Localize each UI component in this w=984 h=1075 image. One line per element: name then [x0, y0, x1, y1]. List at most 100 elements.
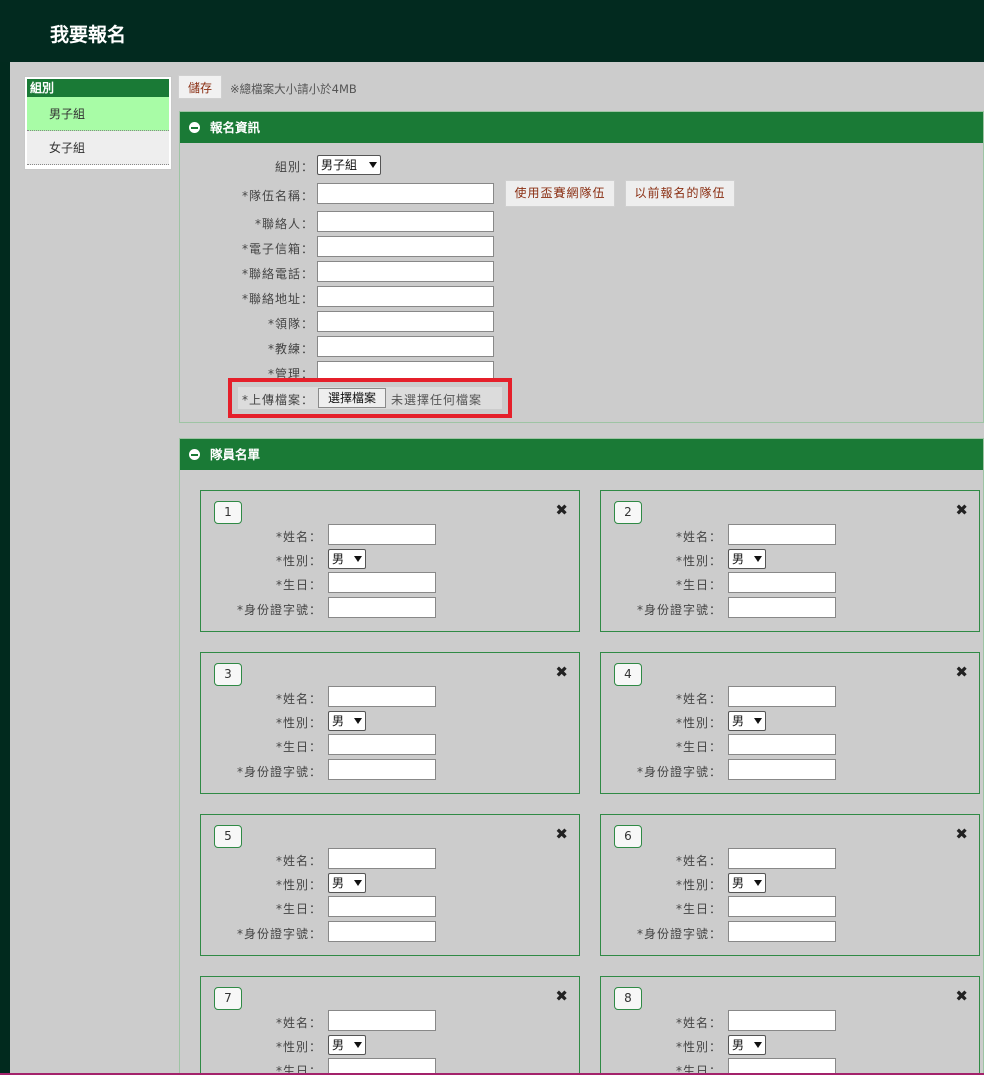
- email-input[interactable]: [317, 236, 494, 257]
- member-gender-select[interactable]: 男: [728, 873, 766, 893]
- phone-label: *聯絡電話：: [241, 267, 314, 281]
- close-icon[interactable]: ✖: [555, 663, 568, 681]
- member-gender-select[interactable]: 男: [728, 1035, 766, 1055]
- member-card: 6 ✖ *姓名： *性別： 男 *生日： *身份證字號：: [600, 814, 980, 956]
- member-name-input[interactable]: [728, 524, 836, 545]
- member-number: 3: [214, 663, 242, 686]
- member-gender-value: 男: [332, 552, 345, 566]
- close-icon[interactable]: ✖: [955, 663, 968, 681]
- choose-file-button[interactable]: 選擇檔案: [318, 388, 386, 408]
- member-id-input[interactable]: [728, 921, 836, 942]
- member-id-input[interactable]: [728, 759, 836, 780]
- member-gender-label: *性別：: [675, 878, 722, 892]
- member-gender-value: 男: [332, 1038, 345, 1052]
- member-birth-input[interactable]: [328, 734, 436, 755]
- member-gender-select[interactable]: 男: [328, 711, 366, 731]
- member-gender-select[interactable]: 男: [728, 549, 766, 569]
- chevron-down-icon: [354, 718, 362, 724]
- member-birth-input[interactable]: [728, 572, 836, 593]
- close-icon[interactable]: ✖: [555, 987, 568, 1005]
- top-bar: 我要報名: [0, 0, 984, 62]
- member-birth-input[interactable]: [328, 896, 436, 917]
- phone-input[interactable]: [317, 261, 494, 282]
- team-name-label: *隊伍名稱：: [241, 189, 314, 203]
- chevron-down-icon: [754, 718, 762, 724]
- member-name-label: *姓名：: [675, 692, 722, 706]
- sidebar-item-male-group[interactable]: 男子組: [27, 97, 169, 131]
- member-id-label: *身份證字號：: [236, 603, 322, 617]
- member-id-label: *身份證字號：: [636, 603, 722, 617]
- member-birth-input[interactable]: [728, 734, 836, 755]
- sidebar-item-female-group[interactable]: 女子組: [27, 131, 169, 165]
- member-gender-select[interactable]: 男: [328, 873, 366, 893]
- member-card: 7✖*姓名：*性別：男*生日：*身份證字號：: [200, 976, 580, 1075]
- member-gender-label: *性別：: [675, 716, 722, 730]
- member-number: 1: [214, 501, 242, 524]
- member-id-input[interactable]: [328, 759, 436, 780]
- member-name-label: *姓名：: [675, 854, 722, 868]
- address-input[interactable]: [317, 286, 494, 307]
- close-icon[interactable]: ✖: [555, 825, 568, 843]
- leader-label: *領隊：: [267, 317, 314, 331]
- save-button[interactable]: 儲存: [178, 75, 222, 99]
- chevron-down-icon: [354, 1042, 362, 1048]
- member-card: 5 ✖ *姓名： *性別： 男 *生日： *身份證字號：: [200, 814, 580, 956]
- previous-team-button[interactable]: 以前報名的隊伍: [625, 180, 735, 207]
- file-upload-field: *上傳檔案： 選擇檔案 未選擇任何檔案: [238, 387, 502, 409]
- member-number: 5: [214, 825, 242, 848]
- member-id-label: *身份證字號：: [636, 927, 722, 941]
- close-icon[interactable]: ✖: [955, 501, 968, 519]
- email-label: *電子信箱：: [241, 242, 314, 256]
- member-id-input[interactable]: [728, 597, 836, 618]
- member-name-label: *姓名：: [675, 530, 722, 544]
- contact-input[interactable]: [317, 211, 494, 232]
- chevron-down-icon: [354, 880, 362, 886]
- member-name-input[interactable]: [728, 1010, 836, 1031]
- coach-input[interactable]: [317, 336, 494, 357]
- member-birth-input[interactable]: [728, 896, 836, 917]
- member-gender-value: 男: [732, 876, 745, 890]
- member-number: 7: [214, 987, 242, 1010]
- team-name-input[interactable]: [317, 183, 494, 204]
- member-gender-select[interactable]: 男: [328, 1035, 366, 1055]
- contact-label: *聯絡人：: [254, 217, 314, 231]
- member-name-input[interactable]: [328, 848, 436, 869]
- member-id-input[interactable]: [328, 597, 436, 618]
- member-gender-label: *性別：: [275, 1040, 322, 1054]
- page-title: 我要報名: [50, 24, 127, 46]
- member-name-input[interactable]: [328, 1010, 436, 1031]
- upload-highlight: *上傳檔案： 選擇檔案 未選擇任何檔案: [228, 378, 512, 418]
- member-number: 4: [614, 663, 642, 686]
- member-gender-select[interactable]: 男: [728, 711, 766, 731]
- member-id-input[interactable]: [328, 921, 436, 942]
- member-card: 4 ✖ *姓名： *性別： 男 *生日： *身份證字號：: [600, 652, 980, 794]
- member-name-input[interactable]: [728, 848, 836, 869]
- close-icon[interactable]: ✖: [955, 987, 968, 1005]
- upload-status: 未選擇任何檔案: [391, 393, 483, 407]
- close-icon[interactable]: ✖: [555, 501, 568, 519]
- member-gender-value: 男: [332, 876, 345, 890]
- member-id-label: *身份證字號：: [636, 765, 722, 779]
- member-name-input[interactable]: [328, 524, 436, 545]
- member-birth-input[interactable]: [328, 572, 436, 593]
- member-gender-select[interactable]: 男: [328, 549, 366, 569]
- leader-input[interactable]: [317, 311, 494, 332]
- member-gender-value: 男: [732, 552, 745, 566]
- sidebar-header: 組別: [27, 79, 169, 97]
- group-select-value: 男子組: [321, 158, 358, 172]
- group-select[interactable]: 男子組: [317, 155, 381, 175]
- collapse-icon[interactable]: [189, 122, 200, 133]
- use-network-team-button[interactable]: 使用盃賽網隊伍: [505, 180, 615, 207]
- roster-panel: 隊員名單 1 ✖ *姓名： *性別： 男 *生日： *身份證字號： 2 ✖ *姓名： *性別： 男 *生…: [179, 438, 984, 1075]
- member-birth-label: *生日：: [275, 740, 322, 754]
- member-number: 6: [614, 825, 642, 848]
- close-icon[interactable]: ✖: [955, 825, 968, 843]
- address-label: *聯絡地址：: [241, 292, 314, 306]
- member-name-input[interactable]: [328, 686, 436, 707]
- chevron-down-icon: [369, 162, 377, 168]
- member-number: 8: [614, 987, 642, 1010]
- chevron-down-icon: [754, 880, 762, 886]
- member-name-label: *姓名：: [275, 1016, 322, 1030]
- collapse-icon[interactable]: [189, 449, 200, 460]
- member-name-input[interactable]: [728, 686, 836, 707]
